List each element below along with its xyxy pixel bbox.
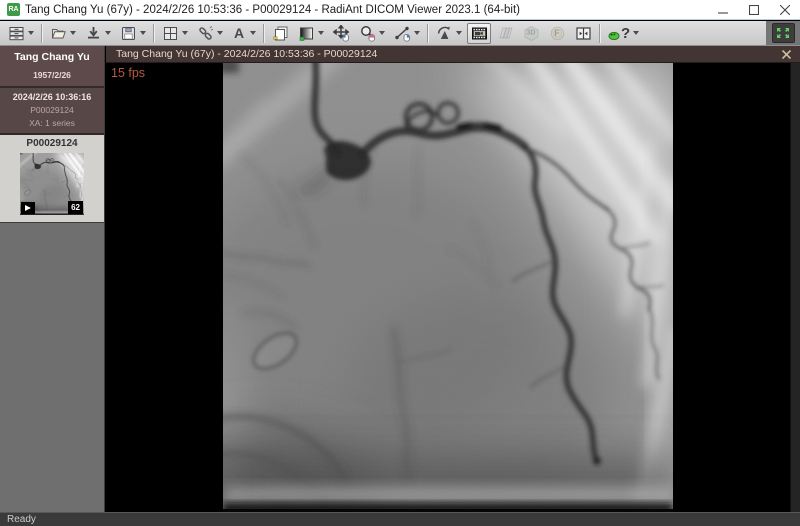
window-controls bbox=[707, 0, 800, 19]
viewer-tab[interactable]: Tang Chang Yu (67y) - 2024/2/26 10:53:36… bbox=[116, 48, 377, 60]
tab-close-icon bbox=[782, 49, 791, 59]
dropdown-arrow-icon bbox=[182, 31, 188, 35]
magnifier-icon bbox=[358, 24, 376, 42]
maximize-button[interactable] bbox=[738, 0, 769, 19]
patient-header[interactable]: Tang Chang Yu 1957/2/26 bbox=[0, 46, 104, 88]
dropdown-arrow-icon bbox=[318, 31, 324, 35]
database-drawers-icon bbox=[7, 24, 25, 42]
app-logo-icon: RA bbox=[7, 3, 20, 16]
main-toolbar: A 3D F ? bbox=[0, 21, 800, 46]
fusion-label: F bbox=[554, 27, 560, 38]
compare-split-button[interactable] bbox=[571, 23, 595, 44]
radiant-dicom-viewer-window: { "window": { "title": "Tang Chang Yu (6… bbox=[0, 0, 800, 526]
open-folder-icon bbox=[49, 24, 67, 42]
viewer-area: Tang Chang Yu (67y) - 2024/2/26 10:53:36… bbox=[106, 46, 800, 512]
series-browser-sidebar: Tang Chang Yu 1957/2/26 2024/2/26 10:36:… bbox=[0, 46, 105, 512]
series-label: P00029124 bbox=[26, 138, 78, 149]
mpr-button bbox=[493, 23, 517, 44]
minimize-button[interactable] bbox=[707, 0, 738, 19]
annotations-button[interactable]: A bbox=[228, 23, 259, 44]
study-series-count: XA: 1 series bbox=[29, 118, 75, 128]
dropdown-arrow-icon bbox=[105, 31, 111, 35]
frame-count-badge: 62 bbox=[68, 201, 83, 214]
fusion-button: F bbox=[545, 23, 569, 44]
rotate-arrow-icon bbox=[435, 24, 453, 42]
window-level-button[interactable] bbox=[294, 23, 327, 44]
close-button[interactable] bbox=[769, 0, 800, 19]
window-level-gradient-icon bbox=[297, 24, 315, 42]
status-bar: Ready bbox=[0, 512, 800, 526]
viewer-tab-bar: Tang Chang Yu (67y) - 2024/2/26 10:53:36… bbox=[106, 46, 800, 63]
dropdown-arrow-icon bbox=[456, 31, 462, 35]
study-id: P00029124 bbox=[30, 105, 74, 115]
rotate-flip-button[interactable] bbox=[432, 23, 465, 44]
series-thumbnail[interactable]: 62 bbox=[20, 153, 84, 215]
series-panel: P00029124 62 bbox=[0, 135, 104, 223]
dropdown-arrow-icon bbox=[250, 31, 256, 35]
layout-button[interactable] bbox=[158, 23, 191, 44]
close-icon bbox=[779, 4, 790, 15]
toolbar-separator bbox=[263, 23, 264, 43]
viewport-scrollbar-track[interactable] bbox=[790, 63, 800, 512]
pan-tool-button[interactable] bbox=[329, 23, 353, 44]
dropdown-arrow-icon bbox=[379, 31, 385, 35]
measure-tool-button[interactable] bbox=[390, 23, 423, 44]
toolbar-separator bbox=[599, 23, 600, 43]
toolbar-right-segment bbox=[766, 21, 800, 45]
dropdown-arrow-icon bbox=[633, 31, 640, 35]
grid-layout-icon bbox=[161, 24, 179, 42]
3d-vr-button: 3D bbox=[519, 23, 543, 44]
dropdown-arrow-icon bbox=[217, 31, 223, 35]
3d-label: 3D bbox=[526, 29, 536, 37]
copy-to-clipboard-button[interactable] bbox=[268, 23, 292, 44]
tab-close-button[interactable] bbox=[782, 49, 791, 59]
patient-birthdate: 1957/2/26 bbox=[33, 70, 71, 80]
fps-overlay: 15 fps bbox=[111, 66, 146, 80]
export-save-button[interactable] bbox=[116, 23, 149, 44]
pan-arrows-icon bbox=[332, 24, 350, 42]
toolbar-separator bbox=[427, 23, 428, 43]
open-folder-button[interactable] bbox=[46, 23, 79, 44]
maximize-icon bbox=[748, 4, 759, 15]
status-text: Ready bbox=[7, 514, 36, 525]
import-button[interactable] bbox=[81, 23, 114, 44]
save-floppy-icon bbox=[119, 24, 137, 42]
dropdown-arrow-icon bbox=[414, 31, 420, 35]
fullscreen-button[interactable] bbox=[771, 23, 795, 43]
text-annotation-icon: A bbox=[233, 25, 245, 41]
cine-mode-button[interactable] bbox=[467, 22, 491, 44]
fullscreen-arrows-icon bbox=[777, 28, 789, 38]
help-bug-icon bbox=[607, 24, 625, 42]
minimize-icon bbox=[717, 11, 728, 14]
angiogram-image bbox=[223, 63, 673, 512]
toolbar-separator bbox=[41, 23, 42, 43]
dropdown-arrow-icon bbox=[70, 31, 76, 35]
mpr-planes-icon bbox=[496, 24, 514, 42]
play-badge[interactable] bbox=[21, 202, 35, 214]
fusion-circle-icon: F bbox=[548, 24, 566, 42]
patient-name: Tang Chang Yu bbox=[14, 51, 90, 63]
3d-cube-icon: 3D bbox=[522, 24, 540, 42]
toolbar-separator bbox=[153, 23, 154, 43]
link-chain-icon bbox=[196, 24, 214, 42]
play-icon bbox=[25, 205, 31, 211]
split-screen-icon bbox=[574, 24, 592, 42]
cine-film-icon bbox=[470, 24, 488, 42]
download-arrow-icon bbox=[84, 24, 102, 42]
browse-database-button[interactable] bbox=[4, 23, 37, 44]
zoom-tool-button[interactable] bbox=[355, 23, 388, 44]
length-measure-icon bbox=[393, 24, 411, 42]
help-button[interactable]: ? bbox=[604, 23, 642, 44]
synchronize-button[interactable] bbox=[193, 23, 226, 44]
window-title: Tang Chang Yu (67y) - 2024/2/26 10:53:36… bbox=[25, 3, 521, 16]
study-datetime: 2024/2/26 10:36:16 bbox=[12, 92, 92, 102]
dropdown-arrow-icon bbox=[28, 31, 34, 35]
title-bar: RA Tang Chang Yu (67y) - 2024/2/26 10:53… bbox=[0, 0, 800, 20]
copy-pages-icon bbox=[271, 24, 289, 42]
dropdown-arrow-icon bbox=[140, 31, 146, 35]
image-viewport[interactable]: 15 fps bbox=[106, 63, 790, 512]
study-header[interactable]: 2024/2/26 10:36:16 P00029124 XA: 1 serie… bbox=[0, 88, 104, 135]
